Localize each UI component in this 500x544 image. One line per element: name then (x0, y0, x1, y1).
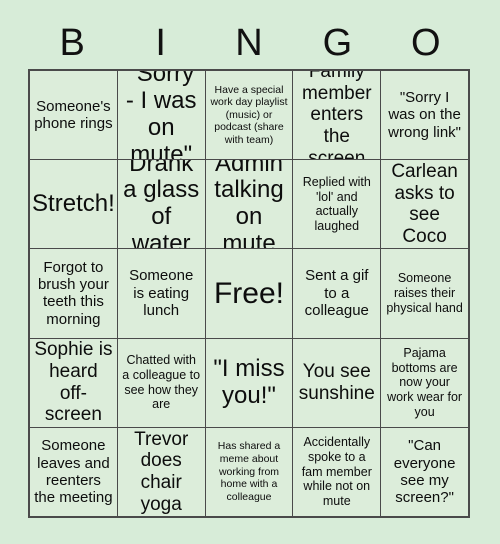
bingo-header: B I N G O (28, 18, 470, 68)
header-letter-i: I (155, 22, 166, 64)
bingo-cell-b2[interactable]: Stretch! (30, 160, 117, 249)
header-letter-o: O (411, 22, 441, 64)
bingo-cell-o4[interactable]: Pajama bottoms are now your work wear fo… (381, 338, 468, 427)
bingo-cell-n4[interactable]: "I miss you!" (205, 338, 293, 427)
bingo-cell-o5[interactable]: "Can everyone see my screen?" (381, 427, 468, 516)
bingo-cell-i2[interactable]: Drank a glass of water (117, 160, 205, 249)
bingo-cell-n5[interactable]: Has shared a meme about working from hom… (205, 427, 293, 516)
bingo-cell-o1[interactable]: "Sorry I was on the wrong link" (381, 71, 468, 160)
header-letter-n: N (235, 22, 263, 64)
bingo-cell-i1[interactable]: "Sorry - I was on mute" (117, 71, 205, 160)
bingo-grid: Someone's phone rings "Sorry - I was on … (28, 69, 470, 518)
bingo-cell-b1[interactable]: Someone's phone rings (30, 71, 117, 160)
bingo-cell-b5[interactable]: Someone leaves and reenters the meeting (30, 427, 117, 516)
bingo-cell-b3[interactable]: Forgot to brush your teeth this morning (30, 249, 117, 338)
bingo-cell-free[interactable]: Free! (205, 249, 293, 338)
bingo-cell-i5[interactable]: Trevor does chair yoga (117, 427, 205, 516)
header-letter-g: G (322, 22, 353, 64)
header-letter-b: B (59, 22, 85, 64)
bingo-cell-n2[interactable]: Admin talking on mute (205, 160, 293, 249)
bingo-cell-i4[interactable]: Chatted with a colleague to see how they… (117, 338, 205, 427)
bingo-cell-g2[interactable]: Replied with 'lol' and actually laughed (293, 160, 381, 249)
bingo-card: B I N G O Someone's phone rings "Sorry -… (0, 0, 500, 544)
bingo-cell-g5[interactable]: Accidentally spoke to a fam member while… (293, 427, 381, 516)
bingo-cell-b4[interactable]: Sophie is heard off-screen (30, 338, 117, 427)
bingo-cell-g1[interactable]: Family member enters the screen (293, 71, 381, 160)
bingo-cell-o3[interactable]: Someone raises their physical hand (381, 249, 468, 338)
bingo-cell-o2[interactable]: Carlean asks to see Coco (381, 160, 468, 249)
bingo-cell-g3[interactable]: Sent a gif to a colleague (293, 249, 381, 338)
bingo-cell-i3[interactable]: Someone is eating lunch (117, 249, 205, 338)
bingo-cell-g4[interactable]: You see sunshine (293, 338, 381, 427)
bingo-cell-n1[interactable]: Have a special work day playlist (music)… (205, 71, 293, 160)
